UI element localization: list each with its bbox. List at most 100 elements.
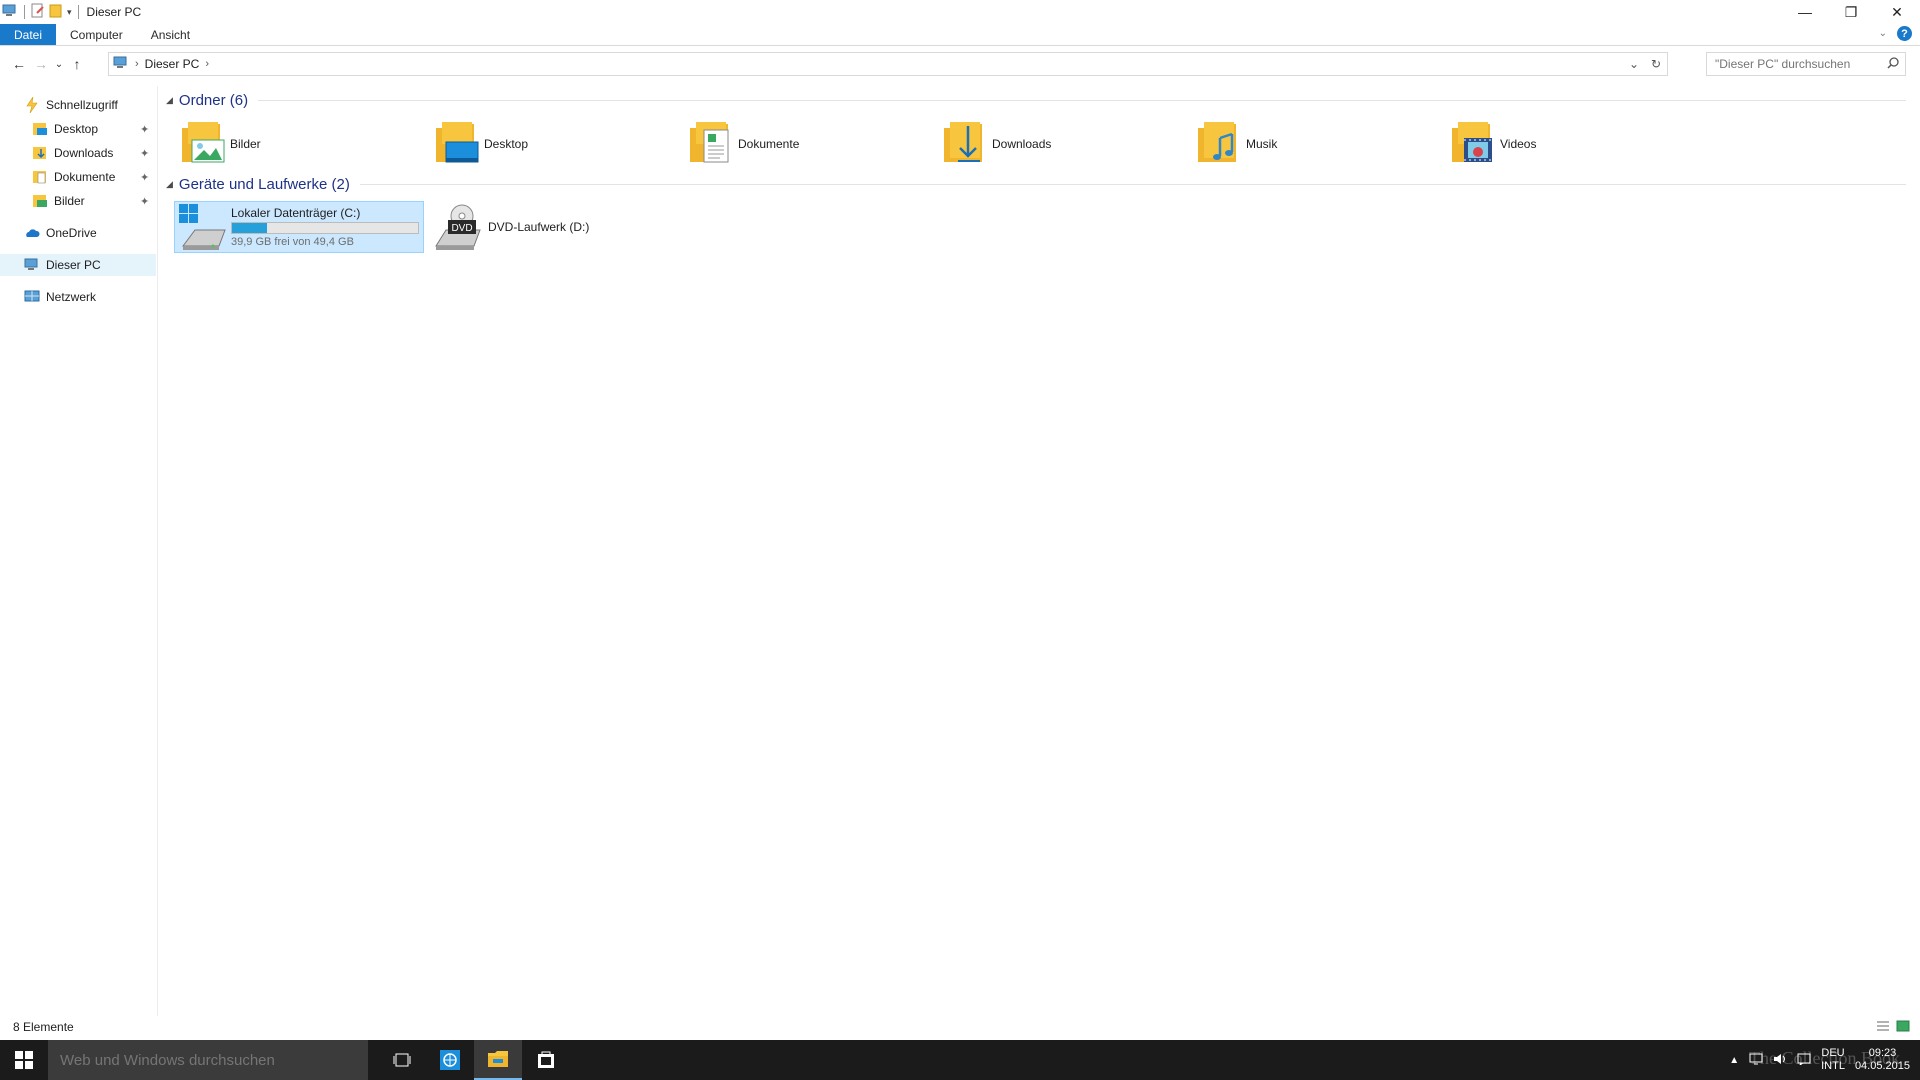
group-divider [258, 100, 1906, 101]
folder-name: Dokumente [738, 137, 800, 151]
taskbar-app-store[interactable] [522, 1040, 570, 1080]
navigation-pane: Schnellzugriff Desktop ✦ Downloads ✦ Dok… [0, 86, 158, 1016]
sidebar-item-desktop[interactable]: Desktop ✦ [32, 118, 158, 140]
drive-free-space: 39,9 GB frei von 49,4 GB [231, 236, 354, 248]
forward-button[interactable]: → [30, 52, 52, 76]
sidebar-item-onedrive[interactable]: OneDrive [24, 222, 97, 244]
view-switcher [1876, 1020, 1910, 1035]
dvd-badge: DVD [451, 223, 472, 234]
downloads-folder-icon [32, 145, 48, 161]
drive-usage-fill [232, 223, 268, 233]
folder-item-music[interactable]: Musik [1194, 118, 1434, 170]
toolbar-divider [24, 5, 25, 19]
sidebar-item-label: Dieser PC [46, 258, 101, 272]
drive-name: DVD-Laufwerk (D:) [488, 220, 590, 234]
large-icons-view-icon[interactable] [1896, 1020, 1910, 1035]
drives-group-label: Geräte und Laufwerke (2) [178, 176, 350, 193]
folder-name: Musik [1246, 137, 1278, 151]
start-button[interactable] [0, 1040, 48, 1080]
folder-item-downloads[interactable]: Downloads [940, 118, 1180, 170]
window-controls: — ❐ ✕ [1782, 0, 1920, 24]
sidebar-item-pictures[interactable]: Bilder ✦ [32, 190, 158, 212]
drive-item-c[interactable]: Lokaler Datenträger (C:) 39,9 GB frei vo… [174, 201, 424, 253]
folders-group-header[interactable]: ◢ Ordner (6) [166, 92, 1906, 109]
sidebar-item-downloads[interactable]: Downloads ✦ [32, 142, 158, 164]
address-dropdown-icon[interactable]: ⌄ [1623, 57, 1645, 71]
back-button[interactable]: ← [8, 52, 30, 76]
breadcrumb-this-pc[interactable]: Dieser PC [145, 57, 200, 71]
up-button[interactable]: ↑ [66, 52, 88, 76]
pin-icon[interactable]: ✦ [140, 147, 149, 160]
drive-item-d[interactable]: DVD DVD-Laufwerk (D:) [432, 201, 589, 253]
taskbar-search-input[interactable] [60, 1051, 360, 1069]
file-explorer-icon [488, 1051, 508, 1067]
new-folder-icon[interactable] [49, 3, 63, 22]
taskbar-search[interactable] [48, 1040, 368, 1080]
breadcrumb-chevron-icon[interactable]: › [135, 58, 139, 70]
recent-locations-button[interactable]: ⌄ [52, 52, 66, 76]
show-hidden-icons-chevron-icon[interactable]: ▲ [1729, 1055, 1739, 1066]
collapse-triangle-icon[interactable]: ◢ [166, 179, 173, 190]
drive-name: Lokaler Datenträger (C:) [231, 206, 361, 220]
help-icon[interactable]: ? [1897, 26, 1912, 41]
tab-computer[interactable]: Computer [56, 24, 137, 45]
ribbon-right: ⌄ ? [1879, 26, 1912, 41]
store-icon [538, 1051, 554, 1068]
properties-icon[interactable] [31, 3, 45, 22]
sidebar-item-label: Desktop [54, 122, 99, 136]
folder-item-videos[interactable]: Videos [1448, 118, 1688, 170]
this-pc-icon[interactable] [2, 4, 18, 21]
expand-ribbon-chevron-icon[interactable]: ⌄ [1879, 28, 1887, 39]
sidebar-item-label: OneDrive [46, 226, 97, 240]
search-input[interactable] [1715, 57, 1885, 71]
folder-item-documents[interactable]: Dokumente [686, 118, 926, 170]
music-folder-icon [1194, 118, 1244, 170]
watermark-text: The Collection Book [1749, 1048, 1900, 1068]
task-view-button[interactable] [378, 1040, 426, 1080]
sidebar-item-this-pc[interactable]: Dieser PC [0, 254, 156, 276]
details-view-icon[interactable] [1876, 1020, 1890, 1035]
system-drive-icon [175, 202, 231, 252]
folder-item-desktop[interactable]: Desktop [432, 118, 672, 170]
maximize-button[interactable]: ❐ [1828, 0, 1874, 24]
customize-toolbar-chevron-icon[interactable]: ▾ [67, 7, 72, 18]
taskbar-app-browser[interactable] [426, 1040, 474, 1080]
videos-folder-icon [1448, 118, 1498, 170]
drives-group-header[interactable]: ◢ Geräte und Laufwerke (2) [166, 176, 1906, 193]
sidebar-item-documents[interactable]: Dokumente ✦ [32, 166, 158, 188]
network-icon [24, 289, 40, 305]
sidebar-item-quick-access[interactable]: Schnellzugriff [24, 94, 118, 116]
folder-name: Videos [1500, 137, 1537, 151]
taskbar-app-explorer[interactable] [474, 1040, 522, 1080]
tab-datei[interactable]: Datei [0, 24, 57, 45]
sidebar-item-label: Dokumente [54, 170, 116, 184]
pin-icon[interactable]: ✦ [140, 195, 149, 208]
sidebar-item-label: Bilder [54, 194, 85, 208]
folder-item-pictures[interactable]: Bilder [178, 118, 418, 170]
navigation-bar: ← → ⌄ ↑ › Dieser PC › ⌄ ↻ [0, 50, 1920, 78]
pin-icon[interactable]: ✦ [140, 171, 149, 184]
minimize-button[interactable]: — [1782, 0, 1828, 24]
breadcrumb-chevron-icon[interactable]: › [205, 58, 209, 70]
collapse-triangle-icon[interactable]: ◢ [166, 95, 173, 106]
item-count: 8 Elemente [13, 1020, 74, 1034]
task-view-icon [393, 1053, 411, 1067]
pictures-folder-icon [32, 193, 48, 209]
address-bar[interactable]: › Dieser PC › ⌄ ↻ [108, 52, 1668, 76]
search-box[interactable] [1706, 52, 1906, 76]
this-pc-icon [113, 56, 129, 73]
sidebar-item-network[interactable]: Netzwerk [24, 286, 96, 308]
folders-group-label: Ordner (6) [178, 92, 249, 109]
drive-usage-bar [231, 222, 419, 234]
search-icon[interactable] [1887, 57, 1899, 72]
drive-info: Lokaler Datenträger (C:) 39,9 GB frei vo… [231, 206, 419, 248]
close-button[interactable]: ✕ [1874, 0, 1920, 24]
refresh-icon[interactable]: ↻ [1645, 57, 1667, 71]
browser-icon [440, 1050, 460, 1070]
windows-logo-icon [15, 1051, 33, 1069]
dvd-drive-icon: DVD [432, 202, 488, 252]
pin-icon[interactable]: ✦ [140, 123, 149, 136]
folder-name: Downloads [992, 137, 1052, 151]
tab-ansicht[interactable]: Ansicht [137, 24, 204, 45]
address-bar-actions: ⌄ ↻ [1623, 53, 1667, 75]
